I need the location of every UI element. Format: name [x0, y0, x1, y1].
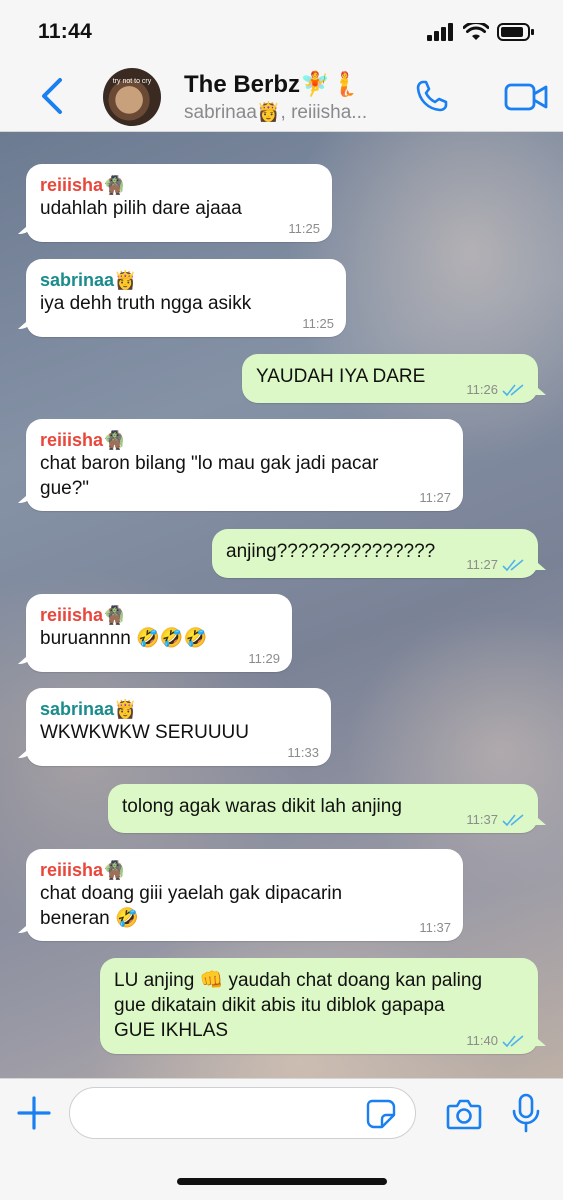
signal-icon: [427, 23, 453, 41]
message-bubble-incoming[interactable]: sabrinaa👸 iya dehh truth ngga asikk 11:2…: [26, 259, 346, 337]
double-check-icon: [502, 558, 524, 571]
message-time: 11:25: [302, 316, 334, 331]
message-bubble-outgoing[interactable]: LU anjing 👊 yaudah chat doang kan paling…: [100, 958, 538, 1054]
message-text: WKWKWKW SERUUUU: [40, 722, 249, 743]
message-time: 11:25: [288, 221, 320, 236]
message-bubble-incoming[interactable]: reiiisha🧌 chat doang giii yaelah gak dip…: [26, 849, 463, 941]
message-text: LU anjing 👊 yaudah chat doang kan paling…: [114, 970, 483, 1041]
status-bar: 11:44: [0, 0, 563, 60]
status-time: 11:44: [38, 20, 93, 43]
sticker-button[interactable]: [366, 1099, 396, 1129]
message-sender: reiiisha🧌: [40, 175, 126, 195]
message-time: 11:27: [466, 557, 498, 572]
message-sender: sabrinaa👸: [40, 699, 137, 719]
group-title[interactable]: The Berbz🧚🧜: [184, 70, 360, 99]
home-indicator[interactable]: [177, 1178, 387, 1185]
message-time: 11:37: [466, 812, 498, 827]
group-members[interactable]: sabrinaa👸, reiiisha...: [184, 100, 389, 124]
camera-icon: [446, 1099, 482, 1130]
double-check-icon: [502, 383, 524, 396]
message-list[interactable]: reiiisha🧌 udahlah pilih dare ajaaa 11:25…: [0, 132, 563, 1078]
phone-icon: [416, 80, 448, 112]
message-text: tolong agak waras dikit lah anjing: [122, 796, 402, 817]
message-bubble-incoming[interactable]: reiiisha🧌 chat baron bilang "lo mau gak …: [26, 419, 463, 511]
message-sender: sabrinaa👸: [40, 270, 137, 290]
message-sender: reiiisha🧌: [40, 860, 126, 880]
wifi-icon: [463, 23, 489, 40]
message-text: chat doang giii yaelah gak dipacarin ben…: [40, 883, 343, 929]
message-time: 11:27: [419, 490, 451, 505]
microphone-button[interactable]: [511, 1093, 541, 1133]
message-bubble-incoming[interactable]: reiiisha🧌 buruannnn 🤣🤣🤣 11:29: [26, 594, 292, 672]
microphone-icon: [512, 1093, 540, 1133]
message-time: 11:26: [466, 382, 498, 397]
message-text: chat baron bilang "lo mau gak jadi pacar…: [40, 453, 379, 499]
message-time: 11:33: [287, 745, 319, 760]
video-camera-icon: [504, 83, 548, 111]
message-time: 11:29: [248, 651, 280, 666]
message-bubble-outgoing[interactable]: YAUDAH IYA DARE 11:26: [242, 354, 538, 403]
video-call-button[interactable]: [504, 82, 548, 112]
message-text: buruannnn 🤣🤣🤣: [40, 628, 208, 649]
message-bubble-incoming[interactable]: reiiisha🧌 udahlah pilih dare ajaaa 11:25: [26, 164, 332, 242]
message-input[interactable]: [69, 1087, 416, 1139]
attach-button[interactable]: [16, 1095, 52, 1131]
chat-screen: 11:44 try not to cry The Berbz🧚🧜 sabrina…: [0, 0, 563, 1200]
message-time: 11:37: [419, 920, 451, 935]
message-sender: reiiisha🧌: [40, 605, 126, 625]
message-sender: reiiisha🧌: [40, 430, 126, 450]
chevron-left-icon: [42, 78, 62, 114]
chat-header: try not to cry The Berbz🧚🧜 sabrinaa👸, re…: [0, 60, 563, 132]
sticker-icon: [366, 1099, 396, 1129]
group-avatar[interactable]: try not to cry: [103, 68, 161, 126]
message-bubble-outgoing[interactable]: tolong agak waras dikit lah anjing 11:37: [108, 784, 538, 833]
message-time: 11:40: [466, 1033, 498, 1048]
message-bubble-incoming[interactable]: sabrinaa👸 WKWKWKW SERUUUU 11:33: [26, 688, 331, 766]
plus-icon: [17, 1096, 51, 1130]
camera-button[interactable]: [446, 1097, 482, 1131]
message-text: udahlah pilih dare ajaaa: [40, 198, 242, 219]
voice-call-button[interactable]: [414, 78, 450, 114]
message-bubble-outgoing[interactable]: anjing??????????????? 11:27: [212, 529, 538, 578]
back-button[interactable]: [36, 74, 70, 118]
status-icons: [427, 22, 535, 42]
avatar-caption: try not to cry: [112, 78, 152, 85]
double-check-icon: [502, 813, 524, 826]
message-text: iya dehh truth ngga asikk: [40, 293, 252, 314]
double-check-icon: [502, 1034, 524, 1047]
battery-icon: [497, 23, 534, 41]
